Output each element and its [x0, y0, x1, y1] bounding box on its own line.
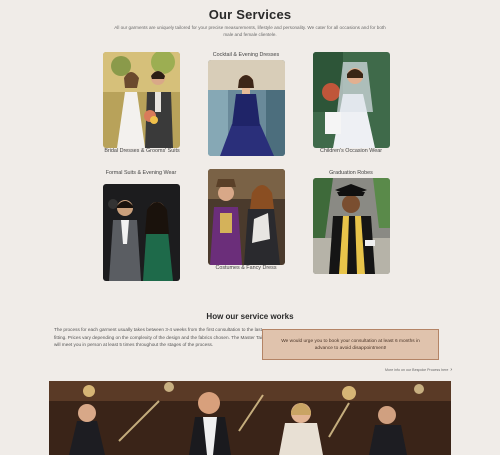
service-label: Bridal Dresses & Grooms' Suits — [104, 148, 180, 154]
booking-notice: We would urge you to book your consultat… — [262, 329, 439, 360]
cocktail-photo[interactable] — [208, 60, 285, 156]
service-label: Children's Occasion Wear — [319, 148, 383, 154]
celebration-banner-photo — [49, 381, 451, 455]
formal-photo[interactable] — [103, 184, 180, 281]
graduation-photo[interactable] — [313, 178, 390, 274]
service-bridal[interactable]: Bridal Dresses & Grooms' Suits — [97, 148, 187, 154]
booking-notice-text: We would urge you to book your consultat… — [281, 338, 420, 351]
bespoke-process-link[interactable]: More info on our Bespoke Process here › — [372, 367, 452, 373]
bespoke-process-link-text: More info on our Bespoke Process here — [385, 368, 449, 372]
children-photo[interactable] — [313, 52, 390, 148]
service-formal[interactable]: Formal Suits & Evening Wear — [96, 170, 186, 176]
service-cocktail[interactable]: Cocktail & Evening Dresses — [201, 52, 291, 58]
chevron-right-icon: › — [450, 367, 452, 373]
service-graduation[interactable]: Graduation Robes — [306, 170, 396, 176]
service-costumes[interactable]: Costumes & Fancy Dress — [201, 265, 291, 271]
service-label: Graduation Robes — [329, 170, 373, 176]
bridal-photo[interactable] — [103, 52, 180, 148]
costumes-photo[interactable] — [208, 169, 285, 265]
service-label: Cocktail & Evening Dresses — [212, 52, 280, 58]
how-section-title: How our service works — [206, 312, 294, 321]
service-label: Costumes & Fancy Dress — [215, 265, 277, 271]
service-children[interactable]: Children's Occasion Wear — [306, 148, 396, 154]
intro-text: All our garments are uniquely tailored f… — [114, 25, 386, 37]
process-description: The process for each garment usually tak… — [54, 327, 268, 348]
service-label: Formal Suits & Evening Wear — [105, 170, 177, 176]
page-title: Our Services — [208, 7, 292, 22]
